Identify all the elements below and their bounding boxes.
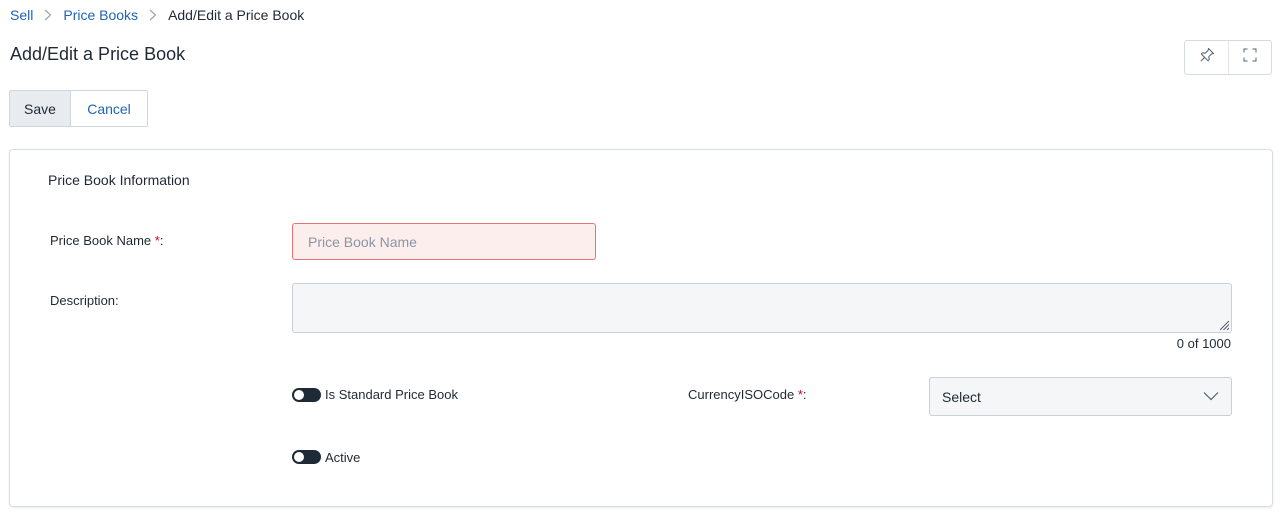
currency-select[interactable]: Select	[929, 377, 1232, 416]
breadcrumb-current: Add/Edit a Price Book	[168, 7, 305, 23]
price-book-name-input[interactable]	[292, 223, 596, 260]
price-book-name-label-text: Price Book Name	[50, 233, 155, 248]
chevron-right-icon	[44, 9, 52, 21]
currency-label-text: CurrencyISOCode	[688, 387, 798, 402]
breadcrumb-link-price-books[interactable]: Price Books	[63, 7, 138, 23]
page-title: Add/Edit a Price Book	[10, 44, 186, 64]
is-standard-label: Is Standard Price Book	[325, 387, 458, 402]
description-textarea[interactable]	[292, 283, 1232, 333]
toggle-knob	[294, 452, 304, 462]
cancel-button[interactable]: Cancel	[71, 91, 147, 126]
fullscreen-icon	[1242, 47, 1258, 68]
toggle-knob	[294, 390, 304, 400]
resize-grip-icon[interactable]	[1218, 318, 1230, 331]
active-toggle[interactable]	[292, 450, 321, 464]
currency-select-value: Select	[942, 388, 981, 405]
currency-label: CurrencyISOCode *:	[688, 387, 807, 402]
is-standard-toggle[interactable]	[292, 388, 321, 402]
fullscreen-button[interactable]	[1228, 41, 1271, 74]
price-book-name-label: Price Book Name *:	[50, 233, 163, 248]
pin-button[interactable]	[1185, 41, 1228, 74]
active-label: Active	[325, 450, 361, 465]
price-book-form-card: Price Book Information Price Book Name *…	[9, 149, 1273, 507]
breadcrumb-link-sell[interactable]: Sell	[10, 7, 33, 23]
page-tools	[1184, 40, 1272, 75]
form-actions: Save Cancel	[9, 90, 148, 127]
breadcrumb: Sell Price Books Add/Edit a Price Book	[10, 6, 304, 24]
save-button[interactable]: Save	[10, 91, 71, 126]
label-colon: :	[802, 387, 807, 402]
section-title: Price Book Information	[48, 172, 190, 188]
description-char-counter: 0 of 1000	[1176, 336, 1231, 351]
chevron-right-icon	[149, 9, 157, 21]
chevron-down-icon	[1203, 388, 1219, 406]
label-colon: :	[159, 233, 164, 248]
description-label: Description:	[50, 293, 119, 308]
pin-icon	[1199, 47, 1215, 68]
